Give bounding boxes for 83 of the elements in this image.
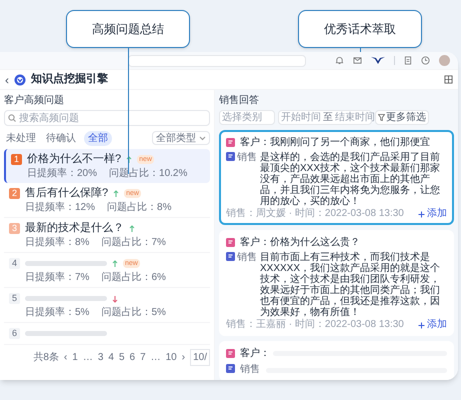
page-link[interactable]: … [82, 350, 93, 365]
filter-tab[interactable]: 全部 [84, 130, 112, 146]
page-link[interactable]: ‹ [64, 350, 68, 365]
section-title: 客户高频问题 [4, 94, 65, 107]
bird-icon[interactable] [371, 57, 385, 64]
mail-icon[interactable] [353, 56, 362, 65]
question-item[interactable]: 3 最新的技术是什么？ 日提频率：8% 问题占比：7% [4, 218, 210, 253]
end-date-input[interactable]: 结束时间 [335, 110, 375, 125]
frequency-text: 日提频率：20% [27, 168, 98, 180]
answer-card[interactable]: 客户：价格为什么这么贵？ 销售 目前市面上有三种技术，而我们技术是XXXXXX，我们这款产品采用的就是这个技术，这个技术是由我们团队专利研发，效果远好于市面上的其他同类产品；我们也有便宜的产品，但我还是推荐这款，因为效果好，物有所值！ 销售：王嘉丽 · 时间：2022-03-08 13:30 添加 [219, 230, 454, 336]
sales-tag-icon [226, 252, 235, 261]
page-link[interactable]: 1 [72, 350, 78, 365]
bell-icon[interactable] [335, 56, 344, 65]
callout-label: 高频问题总结 [66, 10, 190, 48]
chevron-down-icon [199, 135, 206, 141]
rank-badge: 6 [9, 328, 20, 339]
customer-tag-icon [226, 238, 235, 247]
share-text: 问题占比：6% [101, 272, 166, 284]
page-link[interactable]: 3 [98, 350, 104, 365]
rank-badge: 5 [9, 293, 20, 304]
customer-tag-icon [226, 349, 235, 358]
callout-label: 优秀话术萃取 [298, 10, 422, 48]
page-title: 知识点挖掘引擎 [31, 72, 108, 88]
sales-tag-icon [226, 152, 235, 161]
back-button[interactable]: ‹ [5, 74, 9, 86]
frequency-text: 日提频率：12% [25, 202, 96, 214]
search-field[interactable] [128, 54, 306, 66]
customer-question: 客户：我刚刚问了另一个商家，他们那便宜 [240, 136, 430, 150]
sales-tag-icon [226, 364, 235, 373]
answer-card[interactable]: 客户：我刚刚问了另一个商家，他们那便宜 销售 是这样的，会选的是我们产品采用了目前最顶尖的XXX技术，这个技术最新们那家没有，产品效果远超出市面上的其他产品，并且我们三年内将免为您服务，让您用的放心，买的放心！ 销售：周文媛 · 时间：2022-03-08 13:30 添加 [219, 130, 454, 225]
customer-question: 客户： [240, 346, 270, 361]
share-text: 问题占比：8% [107, 202, 172, 214]
add-button[interactable]: 添加 [418, 208, 447, 220]
page-link[interactable]: 5 [118, 350, 124, 365]
date-range-field[interactable]: 开始时间 至 结束时间 [278, 110, 372, 125]
meta-text: 销售：王嘉丽 · 时间：2022-03-08 13:30 [226, 319, 404, 331]
rank-badge: 2 [9, 188, 20, 199]
total-count: 共8条 [33, 350, 59, 365]
start-date-input[interactable]: 开始时间 [281, 110, 321, 125]
layout-icon[interactable] [444, 75, 453, 84]
frequency-text: 日提频率：8% [25, 237, 90, 249]
question-item[interactable]: 6 [4, 323, 210, 345]
filter-tab[interactable]: 待确认 [44, 130, 78, 146]
page-link[interactable]: 4 [108, 350, 114, 365]
sales-label: 销售 [237, 152, 257, 164]
page-link[interactable]: › [182, 350, 186, 365]
page-link[interactable]: 7 [140, 350, 146, 365]
page-link[interactable]: 6 [130, 350, 136, 365]
sales-label: 销售 [237, 252, 257, 264]
more-filters-button[interactable]: 更多筛选 [375, 110, 429, 125]
frequency-text: 日提频率：5% [25, 307, 90, 319]
rank-badge: 3 [9, 223, 20, 234]
answer-text: 是这样的，会选的是我们产品采用了目前最顶尖的XXX技术，这个技术最新们那家没有，产品效果远超出市面上的其他产品，并且我们三年内将免为您服务，让您用的放心，买的放心！ [260, 152, 442, 207]
page-link[interactable]: 10 [166, 350, 177, 365]
share-text: 问题占比：5% [101, 307, 166, 319]
rank-badge: 4 [9, 258, 20, 269]
document-icon[interactable] [404, 56, 412, 65]
clock-icon[interactable] [421, 56, 430, 65]
page-link[interactable]: … [150, 350, 161, 365]
plus-icon [418, 322, 425, 328]
section-title: 销售回答 [219, 94, 260, 107]
question-title: 价格为什么不一样? [27, 152, 122, 168]
search-icon [8, 114, 16, 122]
question-item[interactable]: 5 日提频率：5% 问题占比：5% [4, 288, 210, 323]
question-title: 售后有什么保障? [25, 186, 108, 202]
page-size-select[interactable]: 10/ [190, 349, 210, 366]
add-button[interactable]: 添加 [418, 319, 447, 331]
logo-icon [14, 74, 26, 86]
plus-icon [418, 210, 425, 218]
sales-label: 销售 [240, 364, 260, 376]
answer-card[interactable]: 客户： 销售 [219, 341, 454, 380]
type-dropdown[interactable]: 全部类型 [152, 131, 210, 145]
meta-text: 销售：周文媛 · 时间：2022-03-08 13:30 [226, 208, 404, 220]
share-text: 问题占比：10.2% [109, 168, 188, 180]
share-text: 问题占比：7% [101, 237, 166, 249]
customer-tag-icon [226, 138, 235, 147]
filter-icon [378, 114, 385, 121]
answer-text: 目前市面上有三种技术，而我们技术是XXXXXX，我们这款产品采用的就是这个技术，这个技术是由我们团队专利研发，效果远好于市面上的其他同类产品；我们也有便宜的产品，但我还是推荐这款，因为效果好，物有所值！ [260, 252, 442, 318]
customer-question: 客户：价格为什么这么贵？ [240, 236, 360, 250]
question-title: 最新的技术是什么？ [25, 220, 124, 236]
filter-tab[interactable]: 未处理 [4, 130, 38, 146]
rank-badge: 1 [11, 154, 22, 165]
frequency-text: 日提频率：7% [25, 272, 90, 284]
